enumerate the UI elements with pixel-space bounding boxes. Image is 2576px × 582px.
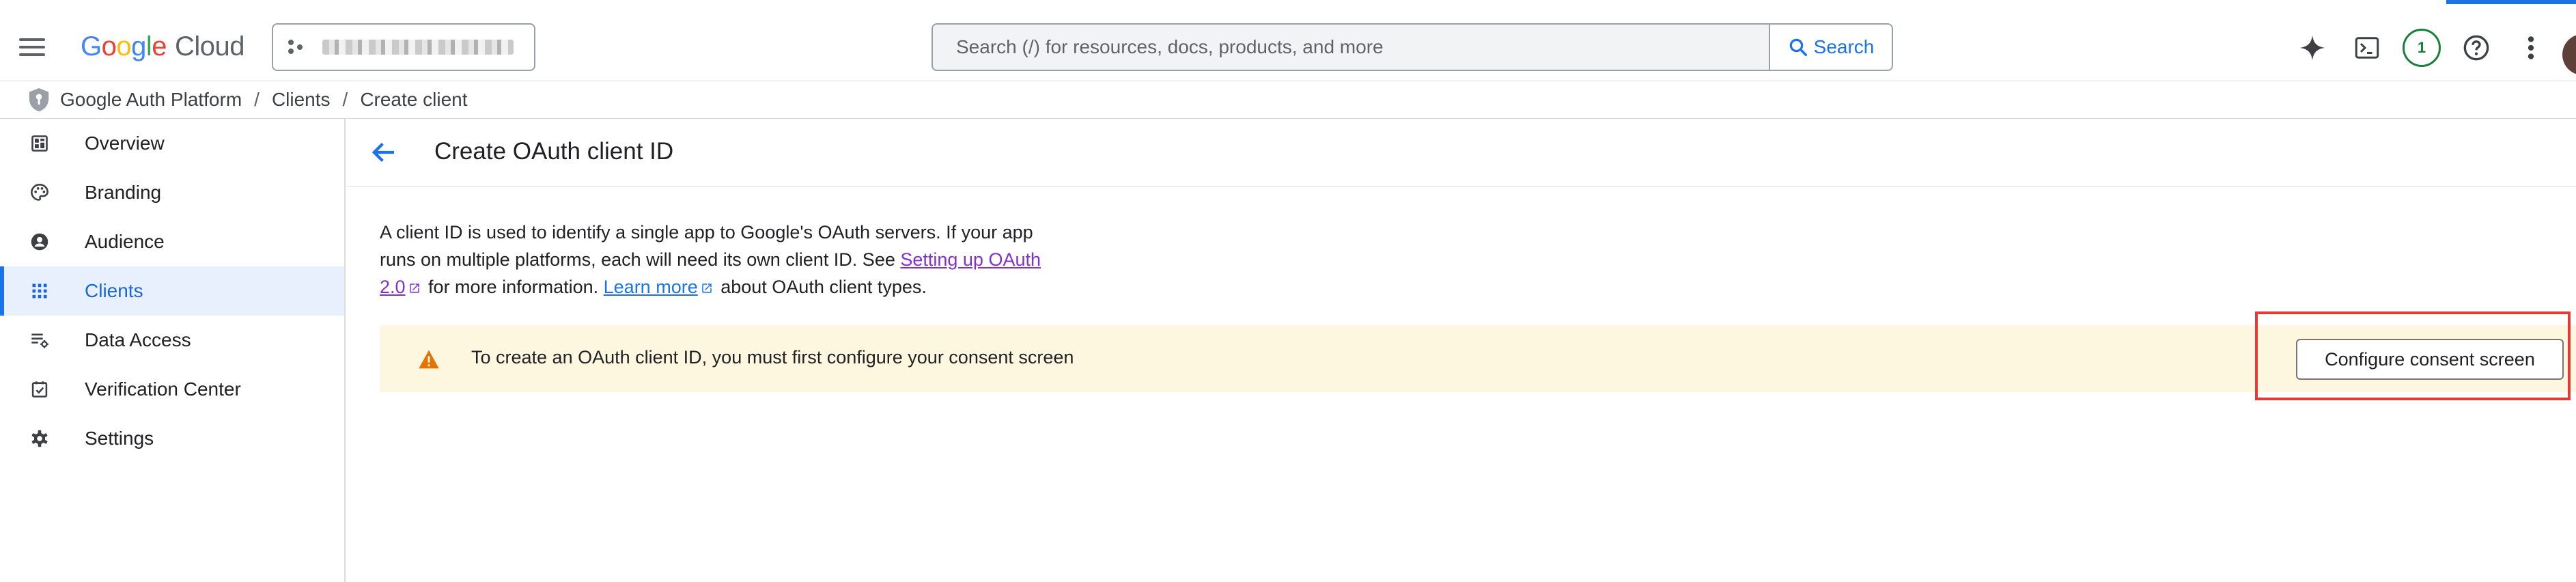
more-options-button[interactable] xyxy=(2510,27,2551,68)
search-button-label: Search xyxy=(1813,36,1875,57)
gemini-sparkle-icon xyxy=(2299,35,2325,61)
shield-icon xyxy=(29,88,49,111)
sidebar: Overview Branding Audience Clients Data … xyxy=(0,119,346,582)
sidebar-item-clients[interactable]: Clients xyxy=(0,266,344,316)
logo-letter: G xyxy=(81,31,102,61)
logo-letter: e xyxy=(152,31,167,61)
breadcrumb-auth-platform[interactable]: Google Auth Platform xyxy=(60,89,242,111)
more-vert-icon xyxy=(2528,36,2534,59)
grid-apps-icon xyxy=(32,283,47,299)
sidebar-item-label: Overview xyxy=(85,133,165,154)
description-part: about OAuth client types. xyxy=(715,277,927,297)
sidebar-item-branding[interactable]: Branding xyxy=(0,168,344,217)
sidebar-item-settings[interactable]: Settings xyxy=(0,414,344,463)
sidebar-item-label: Settings xyxy=(85,428,154,449)
notifications-button[interactable]: 1 xyxy=(2401,27,2442,68)
main-menu-button[interactable] xyxy=(19,33,51,61)
breadcrumb-separator: / xyxy=(342,89,348,110)
data-access-icon xyxy=(31,333,48,348)
search-input[interactable] xyxy=(933,25,1769,70)
notification-count-badge: 1 xyxy=(2403,29,2441,67)
search-bar: Search xyxy=(932,23,1893,71)
top-accent-bar xyxy=(2446,0,2576,4)
project-picker[interactable] xyxy=(272,23,535,71)
gear-icon xyxy=(31,430,48,447)
learn-more-link[interactable]: Learn more xyxy=(604,277,698,297)
logo-letter: o xyxy=(101,31,117,61)
sidebar-item-label: Audience xyxy=(85,231,165,252)
project-icon xyxy=(288,40,303,55)
breadcrumb-clients[interactable]: Clients xyxy=(272,89,331,111)
description-part: for more information. xyxy=(423,277,604,297)
sidebar-item-label: Branding xyxy=(85,182,162,203)
sidebar-item-data-access[interactable]: Data Access xyxy=(0,316,344,365)
palette-icon xyxy=(31,184,48,201)
google-cloud-logo[interactable]: Google Cloud xyxy=(81,31,245,62)
search-icon xyxy=(1789,38,1807,56)
main-content: Create OAuth client ID A client ID is us… xyxy=(347,119,2576,582)
help-button[interactable] xyxy=(2456,27,2497,68)
top-header: Google Cloud Search 1 xyxy=(0,14,2576,81)
banner-message: To create an OAuth client ID, you must f… xyxy=(471,347,1074,368)
page-title: Create OAuth client ID xyxy=(434,138,674,165)
breadcrumb: Google Auth Platform / Clients / Create … xyxy=(0,81,2576,119)
description-text: A client ID is used to identify a single… xyxy=(380,219,1069,301)
account-avatar[interactable] xyxy=(2562,34,2576,75)
terminal-icon xyxy=(2355,37,2379,59)
page-header: Create OAuth client ID xyxy=(347,119,2576,186)
verified-checkbox-icon xyxy=(31,381,48,398)
warning-banner: To create an OAuth client ID, you must f… xyxy=(380,325,2576,392)
logo-product-name: Cloud xyxy=(175,31,245,61)
sidebar-item-verification-center[interactable]: Verification Center xyxy=(0,365,344,414)
search-button[interactable]: Search xyxy=(1769,25,1892,70)
open-in-new-icon xyxy=(701,283,712,293)
configure-consent-screen-button[interactable]: Configure consent screen xyxy=(2296,339,2564,380)
logo-letter: l xyxy=(145,31,152,61)
logo-letter: g xyxy=(131,31,146,61)
help-icon xyxy=(2463,35,2489,61)
back-arrow-icon[interactable] xyxy=(370,139,397,166)
project-name-redacted xyxy=(322,40,514,55)
cloud-shell-button[interactable] xyxy=(2347,27,2388,68)
breadcrumb-create-client: Create client xyxy=(360,89,468,110)
dashboard-icon xyxy=(31,135,48,152)
sidebar-item-overview[interactable]: Overview xyxy=(0,119,344,168)
sidebar-item-label: Verification Center xyxy=(85,378,241,400)
logo-letter: o xyxy=(116,31,132,61)
gemini-button[interactable] xyxy=(2292,27,2333,68)
breadcrumb-separator: / xyxy=(254,89,260,110)
sidebar-item-label: Data Access xyxy=(85,329,191,350)
top-strip xyxy=(0,0,2576,14)
sidebar-item-audience[interactable]: Audience xyxy=(0,217,344,266)
sidebar-item-label: Clients xyxy=(85,280,143,301)
account-circle-icon xyxy=(31,233,48,251)
warning-icon xyxy=(419,350,439,369)
open-in-new-icon xyxy=(409,283,419,293)
